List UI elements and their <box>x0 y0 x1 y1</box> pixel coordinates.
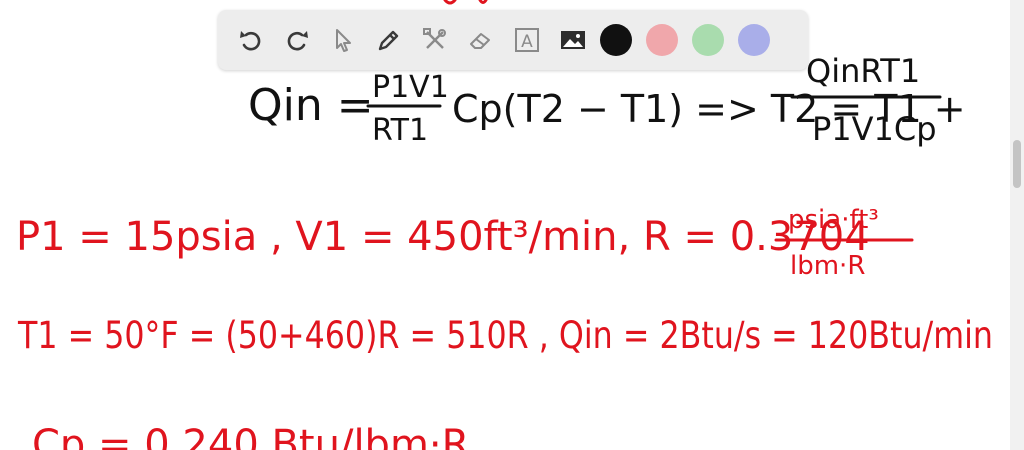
vertical-scrollbar[interactable] <box>1010 0 1024 450</box>
svg-text:A: A <box>521 32 533 52</box>
pen-button[interactable] <box>370 21 408 59</box>
scrollbar-thumb[interactable] <box>1013 140 1021 188</box>
redo-button[interactable] <box>278 21 316 59</box>
pen-icon <box>378 30 399 51</box>
eraser-button[interactable] <box>462 21 500 59</box>
tools-button[interactable] <box>416 21 454 59</box>
given-r-units-numerator: psia·ft³ <box>788 205 879 235</box>
eq1-lhs: Qin = <box>248 80 374 131</box>
drawing-toolbar: A <box>218 10 808 70</box>
color-swatch-red[interactable] <box>646 24 678 56</box>
undo-button[interactable] <box>232 21 270 59</box>
pointer-icon <box>336 29 351 52</box>
image-button[interactable] <box>554 21 592 59</box>
eq1-frac2-numerator: QinRT1 <box>806 52 920 90</box>
undo-icon <box>240 31 261 51</box>
color-swatch-green[interactable] <box>692 24 724 56</box>
eq1-frac1-denominator: RT1 <box>372 113 428 148</box>
redo-icon <box>287 31 308 51</box>
given-r-units-denominator: lbm·R <box>790 251 865 281</box>
pointer-button[interactable] <box>324 21 362 59</box>
tools-icon <box>423 28 446 49</box>
eq1-frac2-denominator: P1V1Cp <box>812 110 937 148</box>
cutoff-stroke <box>443 0 488 5</box>
eraser-icon <box>470 33 490 49</box>
color-swatch-blue[interactable] <box>738 24 770 56</box>
image-icon <box>561 31 585 49</box>
given-line-3-cutoff: Cp = 0.240 Btu/lbm·R <box>32 422 469 450</box>
text-button[interactable]: A <box>508 21 546 59</box>
given-line-2: T1 = 50°F = (50+460)R = 510R , Qin = 2Bt… <box>17 314 993 357</box>
text-icon: A <box>515 28 539 52</box>
color-swatch-black[interactable] <box>600 24 632 56</box>
eq1-frac1-numerator: P1V1 <box>372 70 449 105</box>
given-line-1: P1 = 15psia , V1 = 450ft³/min, R = 0.370… <box>16 214 870 260</box>
